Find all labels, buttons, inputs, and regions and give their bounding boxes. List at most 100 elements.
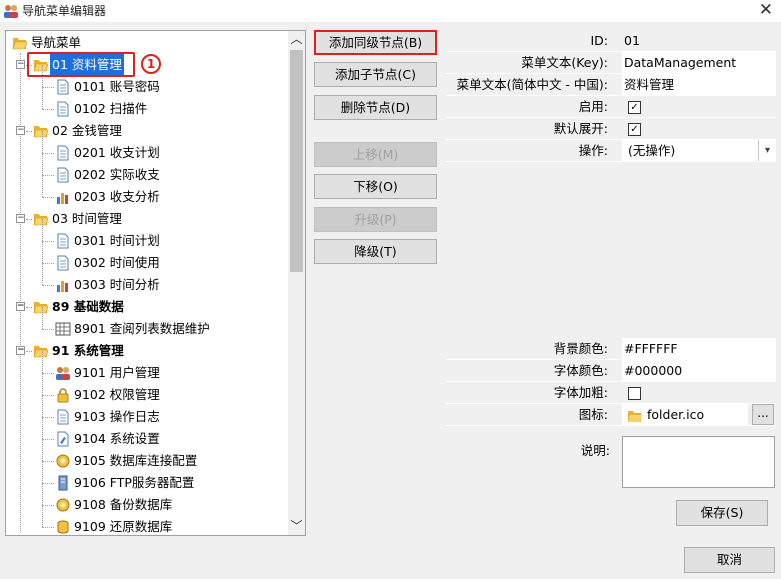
app-users-icon xyxy=(4,5,18,18)
browse-icon-button[interactable]: ... xyxy=(752,404,774,425)
lock-icon xyxy=(55,387,71,403)
enabled-checkbox[interactable]: ✓ xyxy=(628,101,641,114)
menu-tree[interactable]: 导航菜单 − 01 资料管理 0101 账号密码 0102 扫描件 − 02 金钱管理 020… xyxy=(5,30,306,536)
tree-item-label: 0102 扫描件 xyxy=(74,101,148,116)
tree-branch-line xyxy=(42,241,54,242)
collapse-toggle-icon[interactable]: − xyxy=(16,346,25,355)
move-up-button[interactable]: 上移(M) xyxy=(314,142,437,167)
tree-branch-line xyxy=(42,527,54,528)
tree-child-line xyxy=(42,131,43,153)
note-label: 说明: xyxy=(580,443,610,458)
delete-node-button[interactable]: 删除节点(D) xyxy=(314,95,437,120)
tree-branch-line xyxy=(42,263,54,264)
id-value: 01 xyxy=(624,33,640,48)
scroll-up-arrow-icon[interactable]: ︿ xyxy=(288,31,305,48)
tree-item-label: 9103 操作日志 xyxy=(74,409,160,424)
key-label: 菜单文本(Key): xyxy=(521,55,608,70)
demote-button[interactable]: 降级(T) xyxy=(314,239,437,264)
chevron-down-icon[interactable]: ▾ xyxy=(758,140,776,161)
users-icon xyxy=(55,365,71,381)
tree-item-label: 0302 时间使用 xyxy=(74,255,160,270)
tree-item-label: 91 系统管理 xyxy=(52,343,124,358)
tree-root-label: 导航菜单 xyxy=(31,35,82,50)
tree-child-line xyxy=(42,263,43,285)
tree-branch-line xyxy=(26,351,32,352)
open-folder-icon xyxy=(628,410,642,422)
open-folder-icon xyxy=(12,35,28,51)
cancel-button[interactable]: 取消 xyxy=(684,547,775,573)
tree-child-line xyxy=(42,153,43,175)
tree-item-label: 9105 数据库连接配置 xyxy=(74,453,198,468)
note-textarea[interactable] xyxy=(622,436,775,488)
tree-scrollbar[interactable]: ︿ ﹀ xyxy=(288,31,305,535)
close-icon[interactable]: ✕ xyxy=(759,0,773,20)
action-select[interactable]: (无操作) ▾ xyxy=(622,140,776,161)
save-button[interactable]: 保存(S) xyxy=(676,500,768,526)
prop-row-enabled: 启用: ✓ xyxy=(446,96,776,118)
id-label: ID: xyxy=(590,33,608,48)
promote-button[interactable]: 升级(P) xyxy=(314,207,437,232)
collapse-toggle-icon[interactable]: − xyxy=(16,60,25,69)
tree-child-line xyxy=(42,307,43,329)
tree-branch-line xyxy=(42,153,54,154)
tree-branch-line xyxy=(42,329,54,330)
tree-branch-line xyxy=(42,109,54,110)
prop-row-key: 菜单文本(Key): DataManagement xyxy=(446,52,776,74)
tree-child-line xyxy=(42,175,43,197)
add-sibling-node-button[interactable]: 添加同级节点(B) xyxy=(314,30,437,55)
tree-child-line xyxy=(42,439,43,461)
collapse-toggle-icon[interactable]: − xyxy=(16,126,25,135)
move-down-button[interactable]: 下移(O) xyxy=(314,174,437,199)
prop-row-action: 操作: (无操作) ▾ xyxy=(446,140,776,162)
tree-branch-line xyxy=(42,285,54,286)
bar-chart-icon xyxy=(55,277,71,293)
tree-branch-line xyxy=(26,307,32,308)
document-icon xyxy=(55,145,71,161)
database-icon xyxy=(55,497,71,513)
window-title: 导航菜单编辑器 xyxy=(22,4,107,18)
tree-branch-line xyxy=(26,65,32,66)
tree-item-label: 0201 收支计划 xyxy=(74,145,160,160)
tree-branch-line xyxy=(42,505,54,506)
font-color-field[interactable]: #000000 xyxy=(622,360,776,381)
font-color-label: 字体颜色: xyxy=(553,363,608,378)
default-expand-checkbox[interactable]: ✓ xyxy=(628,123,641,136)
tree-item-label: 8901 查阅列表数据维护 xyxy=(74,321,210,336)
document-icon xyxy=(55,255,71,271)
prop-row-bg: 背景颜色: #FFFFFF xyxy=(446,338,776,360)
collapse-toggle-icon[interactable]: − xyxy=(16,302,25,311)
tree-item-label: 9102 权限管理 xyxy=(74,387,160,402)
prop-row-bold: 字体加粗: xyxy=(446,382,776,404)
tree-child-line xyxy=(42,373,43,395)
marker-one: 1 xyxy=(141,54,161,74)
tree-child-line xyxy=(42,417,43,439)
action-label: 操作: xyxy=(578,143,608,158)
open-folder-icon xyxy=(33,299,49,315)
zh-text-field[interactable]: 资料管理 xyxy=(622,74,776,95)
tree-branch-line xyxy=(42,483,54,484)
tree-item-label: 9108 备份数据库 xyxy=(74,497,173,512)
tree-item-label: 9101 用户管理 xyxy=(74,365,160,380)
server-icon xyxy=(55,475,71,491)
font-bold-checkbox[interactable] xyxy=(628,387,641,400)
scroll-thumb[interactable] xyxy=(290,50,303,272)
expand-label: 默认展开: xyxy=(553,121,608,136)
add-child-node-button[interactable]: 添加子节点(C) xyxy=(314,62,437,87)
scroll-down-arrow-icon[interactable]: ﹀ xyxy=(288,518,305,535)
document-icon xyxy=(55,233,71,249)
tree-branch-line xyxy=(26,131,32,132)
bg-color-field[interactable]: #FFFFFF xyxy=(622,338,776,359)
document-icon xyxy=(55,167,71,183)
tree-item-label: 0202 实际收支 xyxy=(74,167,160,182)
tree-item-label: 0101 账号密码 xyxy=(74,79,160,94)
tree-item-label: 01 资料管理 xyxy=(50,54,124,76)
enabled-label: 启用: xyxy=(578,99,608,114)
icon-file-value: folder.ico xyxy=(646,407,705,422)
key-field[interactable]: DataManagement xyxy=(622,52,776,73)
open-folder-icon xyxy=(33,57,49,73)
collapse-toggle-icon[interactable]: − xyxy=(16,214,25,223)
tree-branch-line xyxy=(42,461,54,462)
tree-branch-line xyxy=(42,395,54,396)
icon-field[interactable]: folder.ico xyxy=(622,404,748,425)
bar-chart-icon xyxy=(55,189,71,205)
